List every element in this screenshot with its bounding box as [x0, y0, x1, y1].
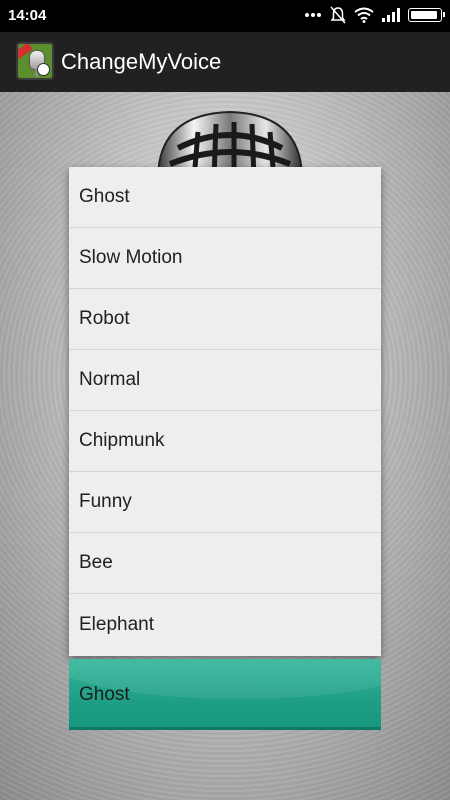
voice-option-chipmunk[interactable]: Chipmunk	[69, 411, 381, 472]
status-bar: 14:04	[0, 0, 450, 32]
voice-option-robot[interactable]: Robot	[69, 289, 381, 350]
signal-icon	[382, 8, 400, 22]
silent-bell-icon	[330, 6, 346, 24]
app-title: ChangeMyVoice	[61, 49, 222, 74]
wifi-icon	[354, 7, 374, 23]
status-icons	[304, 6, 445, 24]
more-dots-icon	[305, 13, 321, 17]
voice-select-spinner[interactable]: Ghost	[69, 659, 381, 730]
app-bar: ChangeMyVoice	[0, 32, 450, 92]
voice-option-funny[interactable]: Funny	[69, 472, 381, 533]
voice-option-slow-motion[interactable]: Slow Motion	[69, 228, 381, 289]
selected-voice-label: Ghost	[79, 684, 130, 705]
voice-option-ghost[interactable]: Ghost	[69, 167, 381, 228]
status-time: 14:04	[8, 7, 47, 24]
voice-option-normal[interactable]: Normal	[69, 350, 381, 411]
battery-icon	[408, 8, 445, 22]
voice-dropdown-list: Ghost Slow Motion Robot Normal Chipmunk …	[69, 167, 381, 656]
voice-option-bee[interactable]: Bee	[69, 533, 381, 594]
microphone-app-icon[interactable]	[16, 42, 54, 80]
voice-option-elephant[interactable]: Elephant	[69, 594, 381, 655]
